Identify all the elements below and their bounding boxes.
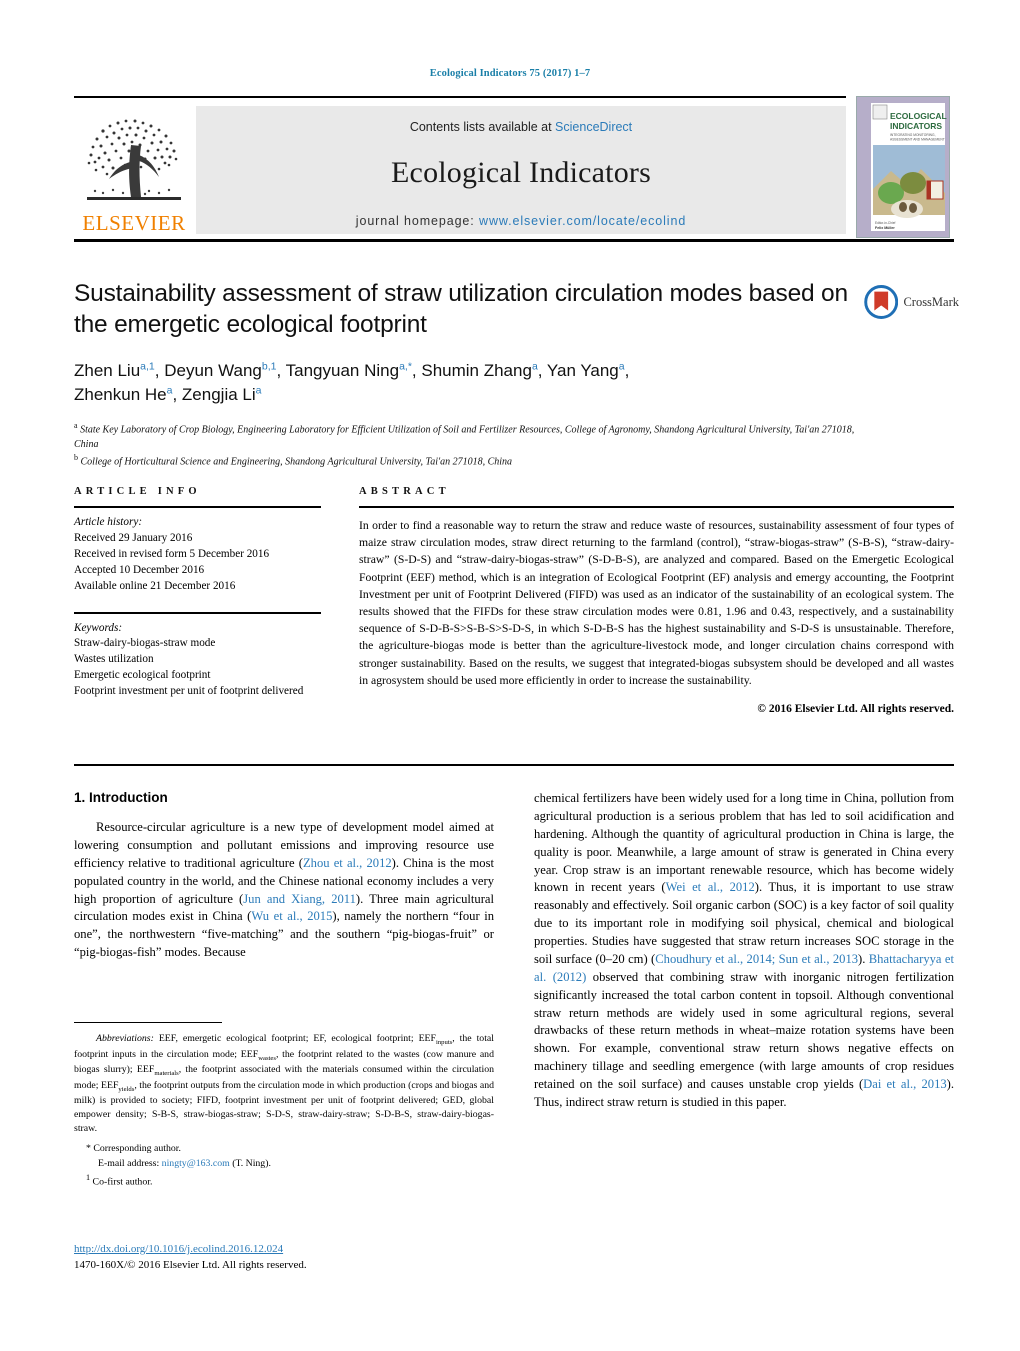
copyright-line: © 2016 Elsevier Ltd. All rights reserved… <box>757 703 954 716</box>
masthead-bottom-rule <box>74 239 954 242</box>
author-entry[interactable]: Zhenkun Hea <box>74 384 173 405</box>
author-affil-marker: a <box>255 384 262 397</box>
doi-block: http://dx.doi.org/10.1016/j.ecolind.2016… <box>74 1242 494 1274</box>
co-first-text: Co-first author. <box>92 1176 153 1188</box>
keywords-rule <box>74 611 321 614</box>
crossmark-icon <box>864 285 899 319</box>
svg-text:INDICATORS: INDICATORS <box>890 121 942 131</box>
svg-text:ECOLOGICAL: ECOLOGICAL <box>890 111 947 121</box>
journal-cover-image: ECOLOGICAL INDICATORS INTEGRATING MONITO… <box>857 97 949 237</box>
citation-link[interactable]: Wu et al., 2015 <box>251 909 332 923</box>
intro-paragraph-right: chemical fertilizers have been widely us… <box>534 791 955 1109</box>
email-suffix: (T. Ning). <box>229 1158 271 1170</box>
crossmark-badge[interactable]: CrossMark <box>864 281 959 323</box>
affiliation-a: a State Key Laboratory of Crop Biology, … <box>74 421 855 450</box>
keyword-item: Emergetic ecological footprint <box>74 669 211 682</box>
author-affil-marker: b,1 <box>261 360 277 373</box>
author-affil-marker: a <box>618 360 625 373</box>
abbreviations-label: Abbreviations: <box>96 1033 154 1044</box>
article-info-rule <box>74 506 321 508</box>
author-entry[interactable]: Zhen Liua,1 <box>74 360 155 380</box>
co-first-author-note: 1 Co-first author. <box>74 1172 494 1190</box>
article-history-item: Received 29 January 2016 <box>74 531 193 544</box>
footnote-region: Abbreviations: EEF, emergetic ecological… <box>74 1022 494 1190</box>
affiliation-b: b College of Horticultural Science and E… <box>74 453 513 468</box>
email-note: E-mail address: ningty@163.com (T. Ning)… <box>74 1157 494 1172</box>
journal-homepage-label: journal homepage: <box>355 214 480 228</box>
keywords-block: Keywords: Straw-dairy-biogas-straw mode … <box>74 621 321 701</box>
co-first-marker: 1 <box>86 1172 91 1182</box>
article-info-column: ARTICLE INFO Article history: Received 2… <box>74 486 321 700</box>
masthead-top-rule <box>74 96 846 98</box>
email-label: E-mail address: <box>98 1158 160 1170</box>
body-column-left: 1. Introduction Resource-circular agricu… <box>74 790 494 962</box>
author-affil-marker: a <box>166 384 173 397</box>
journal-band: Contents lists available at ScienceDirec… <box>196 106 846 234</box>
article-history-item: Received in revised form 5 December 2016 <box>74 547 270 560</box>
article-history-item: Available online 21 December 2016 <box>74 579 236 592</box>
citation-link[interactable]: Choudhury et al., 2014; Sun et al., 2013 <box>655 952 858 966</box>
svg-text:Editor-in-Chief: Editor-in-Chief <box>875 221 895 225</box>
body-divider-rule <box>74 764 954 766</box>
elsevier-tree-icon <box>87 119 181 200</box>
intro-paragraph-left: Resource-circular agriculture is a new t… <box>74 820 494 960</box>
elsevier-wordmark: ELSEVIER <box>82 211 186 235</box>
running-head: Ecological Indicators 75 (2017) 1–7 <box>429 68 591 79</box>
abbreviations-text: EEF, emergetic ecological footprint; EF,… <box>74 1033 495 1135</box>
author-entry[interactable]: Shumin Zhanga <box>421 360 538 380</box>
citation-link[interactable]: Dai et al., 2013 <box>863 1077 947 1091</box>
author-affil-marker: a,* <box>399 360 412 373</box>
journal-homepage-line: journal homepage: www.elsevier.com/locat… <box>196 214 846 228</box>
author-affil-marker: a <box>531 360 538 373</box>
contents-lists-line: Contents lists available at ScienceDirec… <box>196 106 846 134</box>
author-entry[interactable]: Yan Yanga <box>547 360 625 380</box>
abstract-text: In order to find a reasonable way to ret… <box>359 519 954 687</box>
svg-text:Felix Müller: Felix Müller <box>875 226 895 230</box>
issn-copyright-line: 1470-160X/© 2016 Elsevier Ltd. All right… <box>74 1258 307 1271</box>
keyword-item: Wastes utilization <box>74 653 154 666</box>
article-history-block: Article history: Received 29 January 201… <box>74 515 321 595</box>
abbreviations-note: Abbreviations: EEF, emergetic ecological… <box>74 1032 494 1136</box>
abstract-heading: ABSTRACT <box>359 486 450 497</box>
citation-link[interactable]: Wei et al., 2012 <box>666 880 755 894</box>
abstract-column: ABSTRACT In order to find a reasonable w… <box>359 486 954 715</box>
article-history-item: Accepted 10 December 2016 <box>74 563 205 576</box>
keyword-item: Straw-dairy-biogas-straw mode <box>74 637 216 650</box>
author-entry[interactable]: Zengjia Lia <box>182 384 262 405</box>
affiliation-b-text: College of Horticultural Science and Eng… <box>80 456 513 468</box>
journal-cover-thumbnail: ECOLOGICAL INDICATORS INTEGRATING MONITO… <box>856 96 950 238</box>
article-info-heading: ARTICLE INFO <box>74 486 201 497</box>
author-list: Zhen Liua,1, Deyun Wangb,1, Tangyuan Nin… <box>74 360 630 405</box>
keyword-item: Footprint investment per unit of footpri… <box>74 685 304 698</box>
author-affil-marker: a,1 <box>140 360 155 373</box>
contents-lists-prefix: Contents lists available at <box>409 120 556 134</box>
keywords-label: Keywords: <box>74 621 123 634</box>
article-history-label: Article history: <box>74 516 143 528</box>
sciencedirect-link[interactable]: ScienceDirect <box>555 120 632 134</box>
journal-homepage-url[interactable]: www.elsevier.com/locate/ecolind <box>479 214 686 228</box>
doi-link[interactable]: http://dx.doi.org/10.1016/j.ecolind.2016… <box>74 1243 283 1255</box>
journal-title: Ecological Indicators <box>391 156 651 189</box>
affiliation-a-text: State Key Laboratory of Crop Biology, En… <box>74 424 855 450</box>
author-entry[interactable]: Deyun Wangb,1 <box>164 360 277 380</box>
elsevier-logo: ELSEVIER <box>76 104 192 234</box>
author-entry[interactable]: Tangyuan Ninga,* <box>286 360 412 380</box>
body-column-right: chemical fertilizers have been widely us… <box>534 790 954 1112</box>
corresponding-author-note: * Corresponding author. <box>86 1143 181 1155</box>
citation-link[interactable]: Zhou et al., 2012 <box>303 856 392 870</box>
svg-text:INTEGRATING MONITORING,: INTEGRATING MONITORING, <box>890 133 936 137</box>
email-link[interactable]: ningty@163.com <box>162 1158 230 1169</box>
footnote-rule <box>74 1022 222 1023</box>
crossmark-label: CrossMark <box>903 294 959 309</box>
page-title: Sustainability assessment of straw utili… <box>74 280 848 339</box>
title-block: Sustainability assessment of straw utili… <box>74 278 864 470</box>
citation-link[interactable]: Jun and Xiang, 2011 <box>243 892 356 906</box>
journal-masthead: ELSEVIER Contents lists available at Sci… <box>74 96 954 242</box>
abstract-rule <box>359 506 954 508</box>
section-heading-introduction: 1. Introduction <box>74 790 168 805</box>
svg-text:ASSESSMENT AND MANAGEMENT: ASSESSMENT AND MANAGEMENT <box>890 138 945 142</box>
journal-article-page: Ecological Indicators 75 (2017) 1–7 ELSE… <box>0 0 1020 1351</box>
